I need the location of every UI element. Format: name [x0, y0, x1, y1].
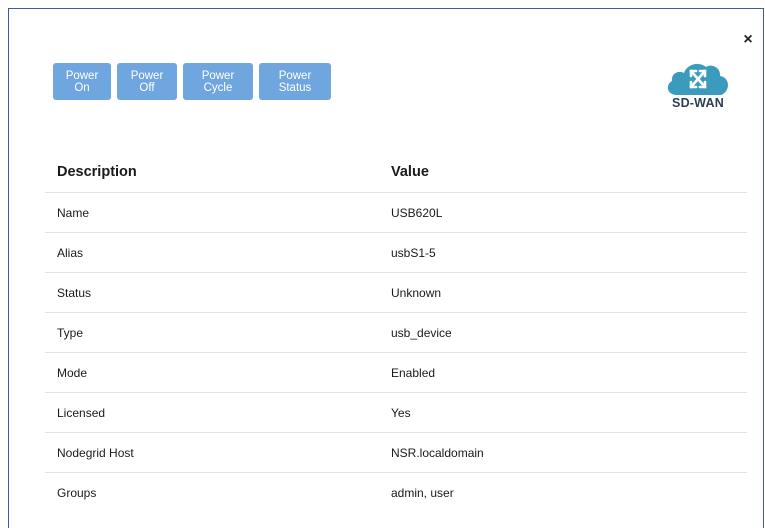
- close-button[interactable]: ×: [737, 29, 759, 51]
- row-description: Type: [45, 312, 379, 353]
- row-description: Mode: [45, 352, 379, 393]
- row-description: Licensed: [45, 392, 379, 433]
- column-header-value: Value: [379, 152, 747, 193]
- column-header-description: Description: [45, 152, 379, 193]
- row-description: Name: [45, 192, 379, 233]
- sd-wan-logo: SD-WAN: [663, 59, 733, 111]
- cloud-arrows-icon: [667, 63, 729, 95]
- row-value: usbS1-5: [379, 232, 747, 273]
- row-value: Enabled: [379, 352, 747, 393]
- row-description: Status: [45, 272, 379, 313]
- close-icon: ×: [743, 31, 753, 48]
- table-row: Type usb_device: [45, 312, 747, 353]
- table-row: Groups admin, user: [45, 473, 747, 513]
- power-toolbar: Power On Power Off Power Cycle Power Sta…: [53, 63, 331, 100]
- power-on-button[interactable]: Power On: [53, 63, 111, 100]
- logo-text: SD-WAN: [672, 96, 724, 110]
- table-row: Alias usbS1-5: [45, 232, 747, 273]
- row-value: usb_device: [379, 312, 747, 353]
- table-row: Name USB620L: [45, 192, 747, 233]
- row-value: USB620L: [379, 192, 747, 233]
- properties-table: Description Value Name USB620L Alias usb…: [45, 152, 747, 512]
- power-status-button[interactable]: Power Status: [259, 63, 331, 100]
- row-value: Unknown: [379, 272, 747, 313]
- power-off-button[interactable]: Power Off: [117, 63, 177, 100]
- row-description: Nodegrid Host: [45, 432, 379, 473]
- table-header-row: Description Value: [45, 152, 747, 193]
- row-value: Yes: [379, 392, 747, 433]
- row-value: admin, user: [391, 485, 454, 500]
- table-row: Status Unknown: [45, 272, 747, 313]
- row-description: Groups: [57, 485, 97, 500]
- power-cycle-button[interactable]: Power Cycle: [183, 63, 253, 100]
- table-row: Mode Enabled: [45, 352, 747, 393]
- table-row: Licensed Yes: [45, 392, 747, 433]
- row-value: NSR.localdomain: [379, 432, 747, 473]
- device-details-modal: × Power On Power Off Power Cycle Power S…: [8, 8, 764, 528]
- table-row: Nodegrid Host NSR.localdomain: [45, 432, 747, 473]
- row-description: Alias: [45, 232, 379, 273]
